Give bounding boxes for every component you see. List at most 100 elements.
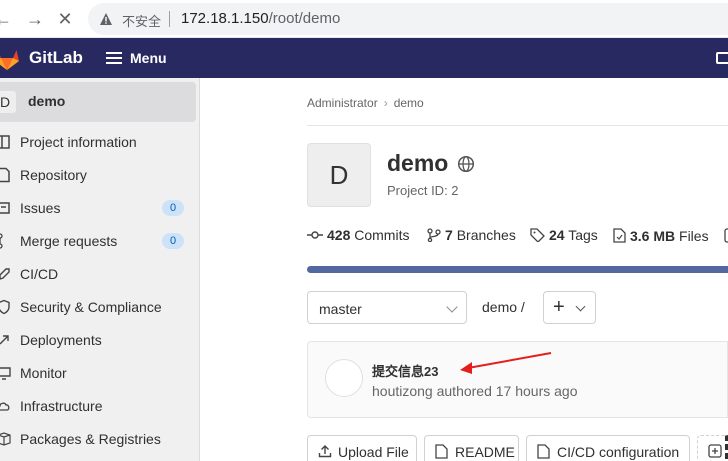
sidebar-item-security[interactable]: Security & Compliance (0, 291, 196, 324)
merge-requests-count-badge: 0 (162, 233, 184, 249)
merge-request-icon (0, 233, 3, 249)
sidebar-item-merge-requests[interactable]: Merge requests 0 (0, 225, 196, 258)
branches-link[interactable]: 7 Branches (427, 226, 516, 243)
tags-label: Tags (568, 227, 598, 243)
package-icon (0, 432, 11, 446)
deployments-icon (0, 335, 9, 345)
branches-count: 7 (445, 227, 453, 243)
sidebar-item-label: Packages & Registries (20, 431, 161, 447)
divider (307, 125, 728, 126)
sidebar-item-label: Deployments (20, 332, 102, 348)
monitor-icon (0, 367, 11, 380)
address-divider (169, 11, 170, 27)
sidebar-project-name: demo (28, 93, 66, 109)
branches-label: Branches (456, 227, 516, 243)
commit-meta: houtizong authored 17 hours ago (372, 383, 578, 399)
sidebar-item-monitor[interactable]: Monitor (0, 357, 196, 390)
arrow-right-icon[interactable]: → (24, 8, 46, 30)
cicd-configuration-button[interactable]: CI/CD configuration (526, 435, 690, 461)
sidebar-item-issues[interactable]: Issues 0 (0, 192, 196, 225)
plus-icon: + (553, 296, 565, 318)
files-link[interactable]: 3.6 MB Files (613, 226, 709, 244)
sidebar-item-label: Security & Compliance (20, 299, 162, 315)
breadcrumb-project[interactable]: demo (394, 96, 424, 110)
tags-link[interactable]: 24 Tags (530, 226, 598, 243)
project-id: Project ID: 2 (387, 183, 459, 198)
issues-count-badge: 0 (162, 200, 184, 216)
insecure-label: 不安全 (122, 14, 162, 29)
sidebar-item-label: Repository (20, 167, 87, 183)
gitlab-brand[interactable]: GitLab (29, 48, 83, 68)
gitlab-top-nav: GitLab Menu (0, 38, 728, 78)
add-to-tree-dropdown[interactable]: + (543, 291, 596, 324)
last-commit-panel: 提交信息23 houtizong authored 17 hours ago (307, 341, 728, 418)
breadcrumb: Administrator › demo (307, 96, 424, 110)
issues-icon (0, 202, 10, 214)
repo-path: demo / (482, 299, 525, 315)
commits-link[interactable]: 428 Commits (307, 226, 409, 243)
globe-icon (457, 155, 475, 173)
menu-label: Menu (130, 50, 167, 66)
shield-icon (0, 299, 10, 315)
sidebar-project-header[interactable]: D demo (0, 82, 196, 122)
repo-path-sep: / (520, 299, 525, 315)
plus-icon (708, 444, 722, 458)
chevron-down-icon (575, 301, 586, 312)
sidebar-item-repository[interactable]: Repository (0, 159, 196, 192)
files-label: Files (679, 228, 709, 244)
url-host: 172.18.1.150 (181, 10, 269, 27)
project-icon (0, 135, 10, 149)
branch-icon (427, 228, 441, 243)
browser-toolbar: ← → ✕ 不安全 172.18.1.150/root/demo (0, 0, 728, 38)
menu-button[interactable]: Menu (106, 50, 167, 66)
upload-file-label: Upload File (338, 444, 409, 460)
project-title: demo (387, 150, 449, 176)
chevron-down-icon (446, 301, 458, 313)
hamburger-icon (106, 52, 122, 64)
readme-button[interactable]: README (424, 435, 519, 461)
more-stats-icon[interactable] (724, 226, 728, 244)
cicd-configuration-label: CI/CD configuration (557, 444, 680, 460)
sidebar-item-label: Infrastructure (20, 398, 103, 414)
address-bar[interactable]: 不安全 172.18.1.150/root/demo (88, 3, 728, 35)
project-avatar-small: D (0, 91, 16, 113)
sidebar-item-label: CI/CD (20, 266, 59, 282)
readme-label: README (455, 444, 515, 460)
close-icon[interactable]: ✕ (54, 8, 76, 30)
warning-icon (100, 13, 112, 25)
project-avatar: D (307, 143, 371, 207)
sidebar-item-label: Issues (20, 200, 61, 216)
branch-selector[interactable]: master (307, 291, 467, 324)
repo-path-name[interactable]: demo (482, 299, 517, 315)
commits-count: 428 (327, 227, 351, 243)
sidebar-item-packages[interactable]: Packages & Registries (0, 423, 196, 456)
commit-title[interactable]: 提交信息23 (372, 361, 438, 380)
gitlab-logo-icon[interactable] (0, 47, 20, 71)
sidebar-item-infrastructure[interactable]: Infrastructure (0, 390, 196, 423)
chevron-right-icon: › (383, 96, 388, 110)
commit-icon (307, 231, 323, 239)
file-icon (537, 444, 550, 459)
project-sidebar: D demo Project information Repository Is… (0, 78, 200, 461)
avatar[interactable] (325, 359, 363, 397)
upload-file-button[interactable]: Upload File (307, 435, 417, 461)
sidebar-item-label: Merge requests (20, 233, 118, 249)
url-text[interactable]: 172.18.1.150/root/demo (181, 10, 340, 27)
breadcrumb-owner[interactable]: Administrator (307, 96, 378, 110)
tag-icon (530, 228, 545, 243)
commits-label: Commits (354, 227, 410, 243)
sidebar-item-label: Monitor (20, 365, 67, 381)
sidebar-item-cicd[interactable]: CI/CD (0, 258, 196, 291)
sidebar-item-deployments[interactable]: Deployments (0, 324, 196, 357)
doc-icon (0, 167, 10, 183)
add-more-button[interactable] (697, 435, 728, 461)
arrow-left-icon[interactable]: ← (0, 8, 14, 30)
tags-count: 24 (549, 227, 565, 243)
sidebar-item-label: Project information (20, 134, 137, 150)
url-path: /root/demo (268, 10, 341, 27)
language-bar (307, 266, 728, 273)
sidebar-item-project-information[interactable]: Project information (0, 126, 196, 159)
upload-icon (318, 445, 332, 458)
cloud-icon (0, 402, 10, 411)
new-item-icon[interactable] (716, 52, 728, 64)
